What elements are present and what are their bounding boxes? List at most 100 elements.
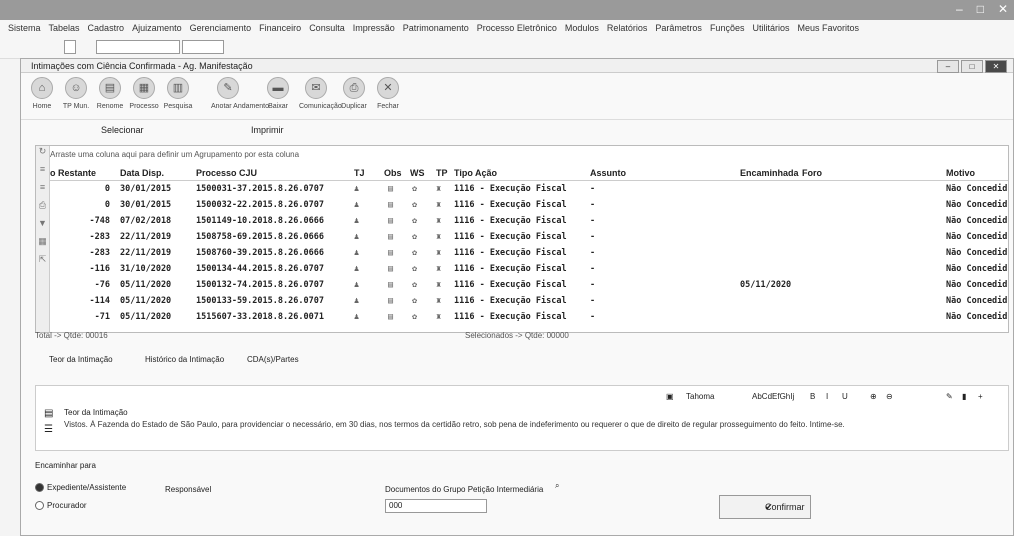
menu-cadastro[interactable]: Cadastro [88, 23, 125, 33]
obs-icon[interactable]: ▤ [388, 230, 393, 244]
obs-icon[interactable]: ▤ [388, 310, 393, 324]
tp-icon[interactable]: ♜ [436, 246, 441, 260]
add-icon[interactable]: + [978, 392, 983, 401]
tp-icon[interactable]: ♜ [436, 182, 441, 196]
table-row[interactable]: -114 05/11/2020 1500133-59.2015.8.26.0707 1… [50, 294, 1008, 308]
col-processo[interactable]: Processo CJU [196, 166, 257, 180]
child-close-icon[interactable]: ✕ [985, 60, 1007, 73]
child-minimize-icon[interactable]: – [937, 60, 959, 73]
toolbar-home-button[interactable]: ⌂ Home [25, 77, 59, 110]
col-encaminhada[interactable]: Encaminhada [740, 166, 799, 180]
col-foro[interactable]: Foro [802, 166, 822, 180]
table-row[interactable]: -283 22/11/2019 1508760-39.2015.8.26.0666 1… [50, 246, 1008, 260]
radio-procurador[interactable]: Procurador [35, 501, 87, 511]
ws-icon[interactable]: ✿ [412, 198, 417, 212]
table-row[interactable]: -71 05/11/2020 1515607-33.2018.8.26.0071 11… [50, 310, 1008, 324]
col-obs[interactable]: Obs [384, 166, 402, 180]
ws-icon[interactable]: ✿ [412, 182, 417, 196]
quick-field-2[interactable] [182, 40, 224, 54]
ws-icon[interactable]: ✿ [412, 294, 417, 308]
print-option[interactable]: Imprimir [251, 125, 284, 135]
menu-ajuizamento[interactable]: Ajuizamento [132, 23, 182, 33]
tj-icon[interactable]: ♟ [354, 182, 359, 196]
toolbar-duplicar-button[interactable]: ⎙ Duplicar [337, 77, 371, 110]
list-icon[interactable]: ≡ [36, 182, 49, 200]
toolbar-pesquisa-button[interactable]: ▥ Pesquisa [161, 77, 195, 110]
col-restante[interactable]: o Restante [50, 166, 96, 180]
menu-processo-eletronico[interactable]: Processo Eletrônico [477, 23, 557, 33]
zoom-out-icon[interactable]: ⊖ [886, 392, 893, 401]
toolbar-processo-button[interactable]: ▦ Processo [127, 77, 161, 110]
ws-icon[interactable]: ✿ [412, 230, 417, 244]
bold-icon[interactable]: B [810, 392, 815, 401]
filter-icon[interactable]: ▼ [36, 218, 49, 236]
obs-icon[interactable]: ▤ [388, 262, 393, 276]
ws-icon[interactable]: ✿ [412, 214, 417, 228]
tj-icon[interactable]: ♟ [354, 246, 359, 260]
menu-funcoes[interactable]: Funções [710, 23, 745, 33]
tp-icon[interactable]: ♜ [436, 198, 441, 212]
table-row[interactable]: -748 07/02/2018 1501149-10.2018.8.26.0666 1… [50, 214, 1008, 228]
tp-icon[interactable]: ♜ [436, 294, 441, 308]
toolbar-comunicacao-button[interactable]: ✉ Comunicação [299, 77, 342, 110]
font-icon[interactable]: ▣ [666, 392, 674, 401]
tj-icon[interactable]: ♟ [354, 198, 359, 212]
tj-icon[interactable]: ♟ [354, 262, 359, 276]
radio-expediente[interactable]: Expediente/Assistente [35, 483, 126, 493]
col-tj[interactable]: TJ [354, 166, 365, 180]
close-icon[interactable]: ✕ [998, 2, 1008, 16]
tab-teor[interactable]: Teor da Intimação [49, 355, 113, 364]
italic-icon[interactable]: I [826, 392, 828, 401]
tp-icon[interactable]: ♜ [436, 310, 441, 324]
tab-historico[interactable]: Histórico da Intimação [145, 355, 224, 364]
zoom-in-icon[interactable]: ⊕ [870, 392, 877, 401]
quick-field-1[interactable] [96, 40, 180, 54]
tj-icon[interactable]: ♟ [354, 278, 359, 292]
obs-icon[interactable]: ▤ [388, 182, 393, 196]
confirm-button[interactable]: ✔ Confirmar [719, 495, 811, 519]
table-row[interactable]: -76 05/11/2020 1500132-74.2015.8.26.0707 11… [50, 278, 1008, 292]
tj-icon[interactable]: ♟ [354, 230, 359, 244]
tab-cdas[interactable]: CDA(s)/Partes [247, 355, 299, 364]
docs-input[interactable]: 000 [385, 499, 487, 513]
search-icon[interactable]: ⌕ [555, 481, 559, 491]
tp-icon[interactable]: ♜ [436, 278, 441, 292]
menu-tabelas[interactable]: Tabelas [49, 23, 80, 33]
toolbar-anotar-button[interactable]: ✎ Anotar Andamento [211, 77, 269, 110]
export-icon[interactable]: ⇱ [36, 254, 49, 272]
ws-icon[interactable]: ✿ [412, 246, 417, 260]
obs-icon[interactable]: ▤ [388, 214, 393, 228]
tj-icon[interactable]: ♟ [354, 294, 359, 308]
refresh-icon[interactable]: ↻ [36, 146, 49, 164]
table-row[interactable]: -283 22/11/2019 1508758-69.2015.8.26.0666 1… [50, 230, 1008, 244]
font-select[interactable]: Tahoma [686, 392, 714, 401]
tp-icon[interactable]: ♜ [436, 214, 441, 228]
ws-icon[interactable]: ✿ [412, 278, 417, 292]
obs-icon[interactable]: ▤ [388, 246, 393, 260]
minimize-icon[interactable]: – [956, 2, 963, 16]
menu-utilitarios[interactable]: Utilitários [752, 23, 789, 33]
font-preview[interactable]: AbCdEfGhIj [752, 392, 794, 401]
menu-impressao[interactable]: Impressão [353, 23, 395, 33]
menu-modulos[interactable]: Modulos [565, 23, 599, 33]
tp-icon[interactable]: ♜ [436, 262, 441, 276]
delete-icon[interactable]: ▮ [962, 392, 966, 401]
menu-parametros[interactable]: Parâmetros [655, 23, 702, 33]
maximize-icon[interactable]: □ [977, 2, 984, 16]
obs-icon[interactable]: ▤ [388, 198, 393, 212]
select-option[interactable]: Selecionar [101, 125, 144, 135]
checkbox-icon[interactable] [64, 40, 76, 54]
obs-icon[interactable]: ▤ [388, 294, 393, 308]
table-row[interactable]: 0 30/01/2015 1500032-22.2015.8.26.0707 1116… [50, 198, 1008, 212]
table-row[interactable]: -116 31/10/2020 1500134-44.2015.8.26.0707 1… [50, 262, 1008, 276]
toolbar-tpmun-button[interactable]: ☺ TP Mun. [59, 77, 93, 110]
col-motivo[interactable]: Motivo [946, 166, 975, 180]
toolbar-baixar-button[interactable]: ▬ Baixar [261, 77, 295, 110]
col-tp[interactable]: TP [436, 166, 448, 180]
menu-patrimonamento[interactable]: Patrimonamento [403, 23, 469, 33]
menu-relatorios[interactable]: Relatórios [607, 23, 648, 33]
menu-sistema[interactable]: Sistema [8, 23, 41, 33]
menu-favoritos[interactable]: Meus Favoritos [797, 23, 859, 33]
col-ws[interactable]: WS [410, 166, 425, 180]
ws-icon[interactable]: ✿ [412, 262, 417, 276]
